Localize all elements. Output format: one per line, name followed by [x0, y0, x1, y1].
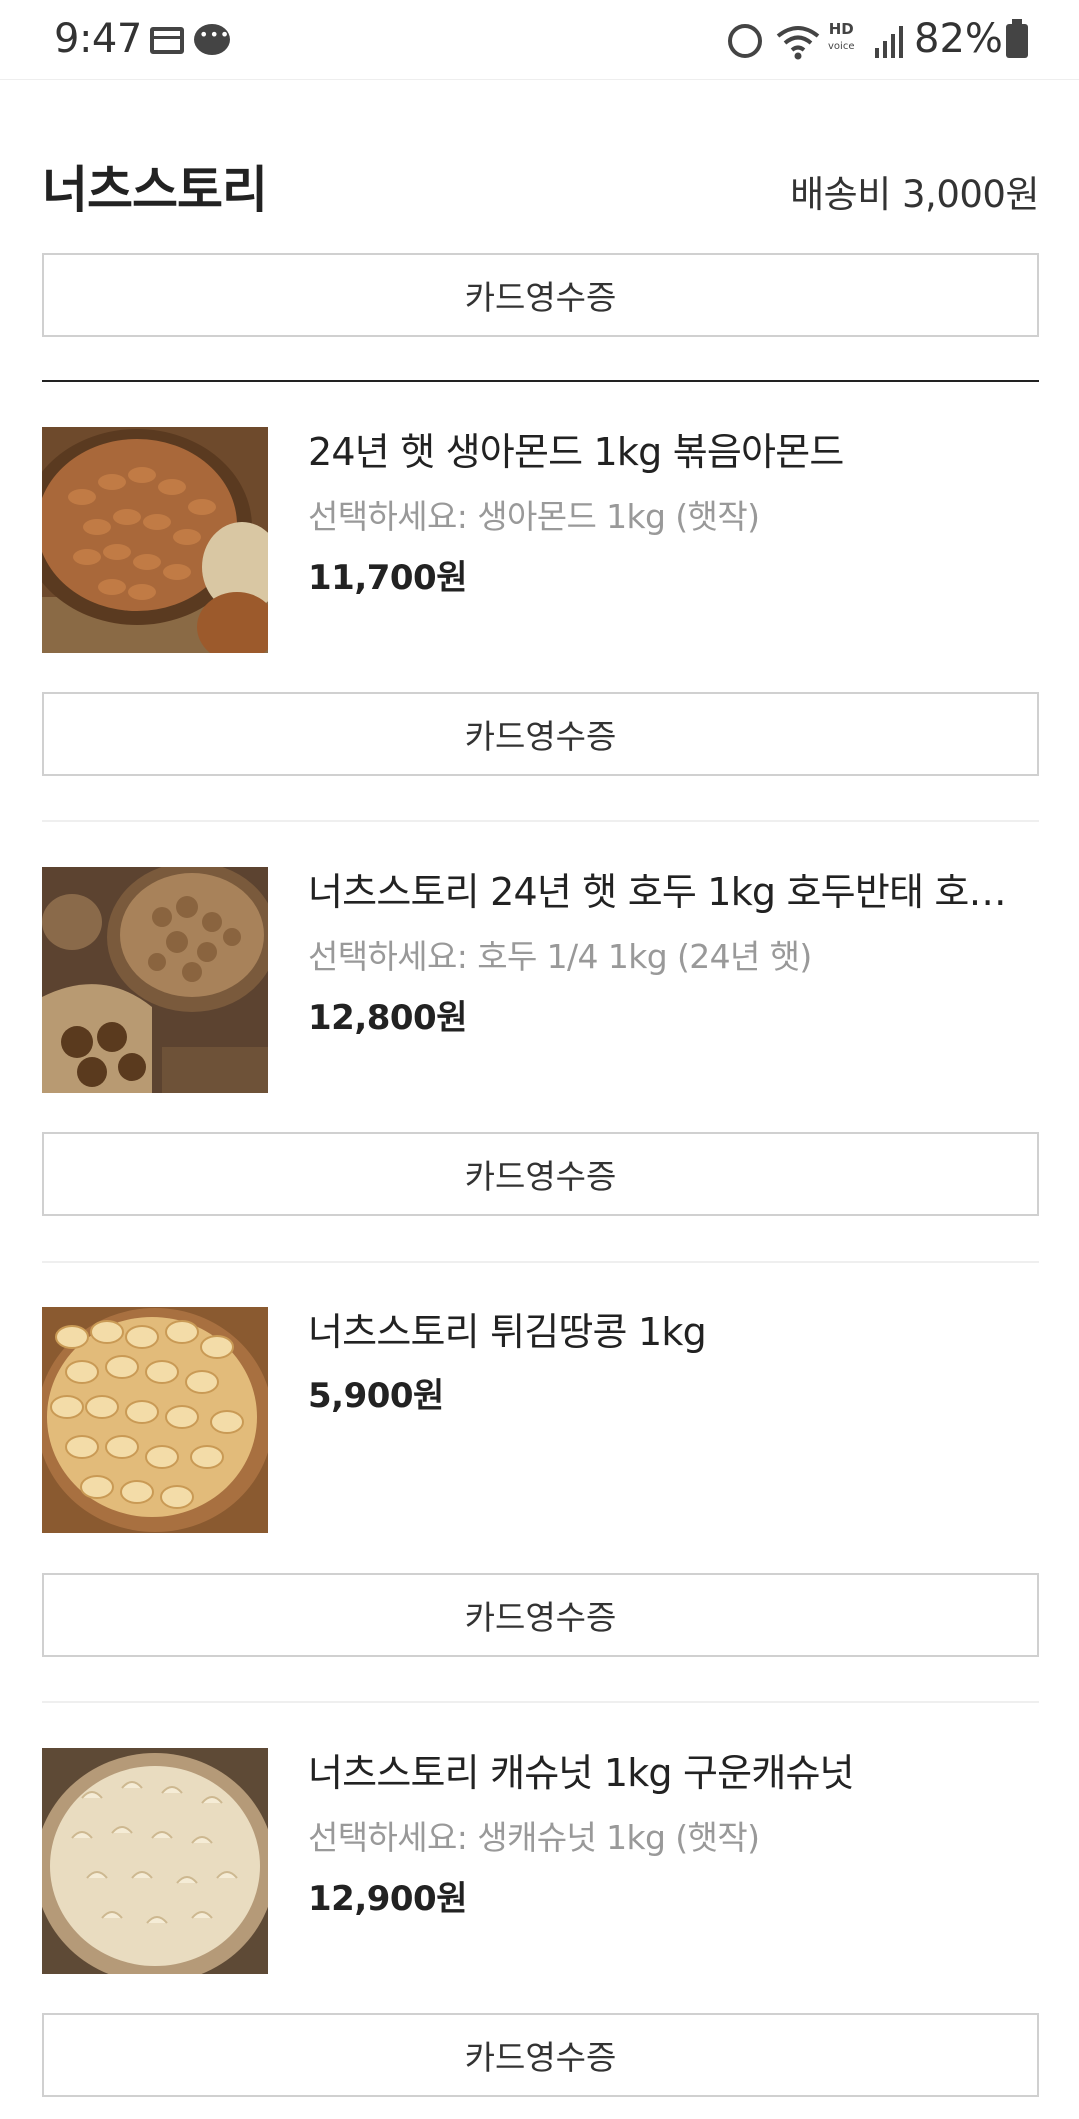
- cashew-photo: [42, 1748, 268, 1974]
- product-price: 11,700원: [308, 558, 467, 598]
- battery-icon: [1006, 19, 1028, 58]
- product-item[interactable]: 너츠스토리 24년 햇 호두 1kg 호두반태 호두… 선택하세요: 호두 1/…: [42, 867, 1039, 1093]
- walnut-photo: [42, 867, 268, 1093]
- product-name[interactable]: 너츠스토리 튀김땅콩 1kg: [308, 1307, 1039, 1357]
- product-name[interactable]: 너츠스토리 캐슈넛 1kg 구운캐슈넛: [308, 1748, 1039, 1798]
- product-price: 12,900원: [308, 1879, 467, 1919]
- message-icon: [194, 24, 230, 55]
- store-header: 너츠스토리 배송비 3,000원: [42, 150, 1039, 220]
- alarm-icon: [728, 24, 762, 58]
- status-bar: 9:47 HD voice 82%: [0, 0, 1079, 80]
- wifi-icon: [776, 26, 820, 60]
- peanut-photo: [42, 1307, 268, 1533]
- product-price: 12,800원: [308, 998, 467, 1038]
- product-item[interactable]: 너츠스토리 튀김땅콩 1kg 5,900원: [42, 1307, 1039, 1533]
- product-card-receipt-button[interactable]: 카드영수증: [42, 1573, 1039, 1657]
- product-card-receipt-button[interactable]: 카드영수증: [42, 692, 1039, 776]
- product-option: 선택하세요: 생캐슈넛 1kg (햇작): [308, 1818, 760, 1857]
- product-option: 선택하세요: 생아몬드 1kg (햇작): [308, 497, 760, 536]
- shipping-fee: 배송비 3,000원: [790, 173, 1039, 216]
- signal-icon: [875, 26, 903, 58]
- product-name[interactable]: 너츠스토리 24년 햇 호두 1kg 호두반태 호두…: [308, 867, 1039, 917]
- status-time: 9:47: [54, 16, 142, 62]
- product-card-receipt-button[interactable]: 카드영수증: [42, 1132, 1039, 1216]
- store-card-receipt-button[interactable]: 카드영수증: [42, 253, 1039, 337]
- product-name[interactable]: 24년 햇 생아몬드 1kg 볶음아몬드: [308, 427, 1039, 477]
- product-divider: [42, 1701, 1039, 1703]
- product-divider: [42, 820, 1039, 822]
- hd-label: HD: [828, 20, 854, 38]
- product-option: 선택하세요: 호두 1/4 1kg (24년 햇): [308, 937, 812, 976]
- battery-percent: 82%: [914, 16, 1003, 62]
- product-card-receipt-button[interactable]: 카드영수증: [42, 2013, 1039, 2097]
- store-name: 너츠스토리: [42, 161, 268, 219]
- hd-voice-icon: HD voice: [828, 22, 854, 54]
- product-info: 너츠스토리 튀김땅콩 1kg 5,900원: [308, 1307, 1039, 1419]
- voice-label: voice: [828, 41, 855, 52]
- product-item[interactable]: 24년 햇 생아몬드 1kg 볶음아몬드 선택하세요: 생아몬드 1kg (햇작…: [42, 427, 1039, 653]
- product-divider: [42, 1261, 1039, 1263]
- product-price: 5,900원: [308, 1376, 444, 1416]
- section-divider: [42, 380, 1039, 382]
- product-info: 24년 햇 생아몬드 1kg 볶음아몬드 선택하세요: 생아몬드 1kg (햇작…: [308, 427, 1039, 601]
- card-notification-icon: [150, 27, 184, 54]
- almond-photo: [42, 427, 268, 653]
- product-info: 너츠스토리 24년 햇 호두 1kg 호두반태 호두… 선택하세요: 호두 1/…: [308, 867, 1039, 1041]
- product-info: 너츠스토리 캐슈넛 1kg 구운캐슈넛 선택하세요: 생캐슈넛 1kg (햇작)…: [308, 1748, 1039, 1922]
- product-item[interactable]: 너츠스토리 캐슈넛 1kg 구운캐슈넛 선택하세요: 생캐슈넛 1kg (햇작)…: [42, 1748, 1039, 1974]
